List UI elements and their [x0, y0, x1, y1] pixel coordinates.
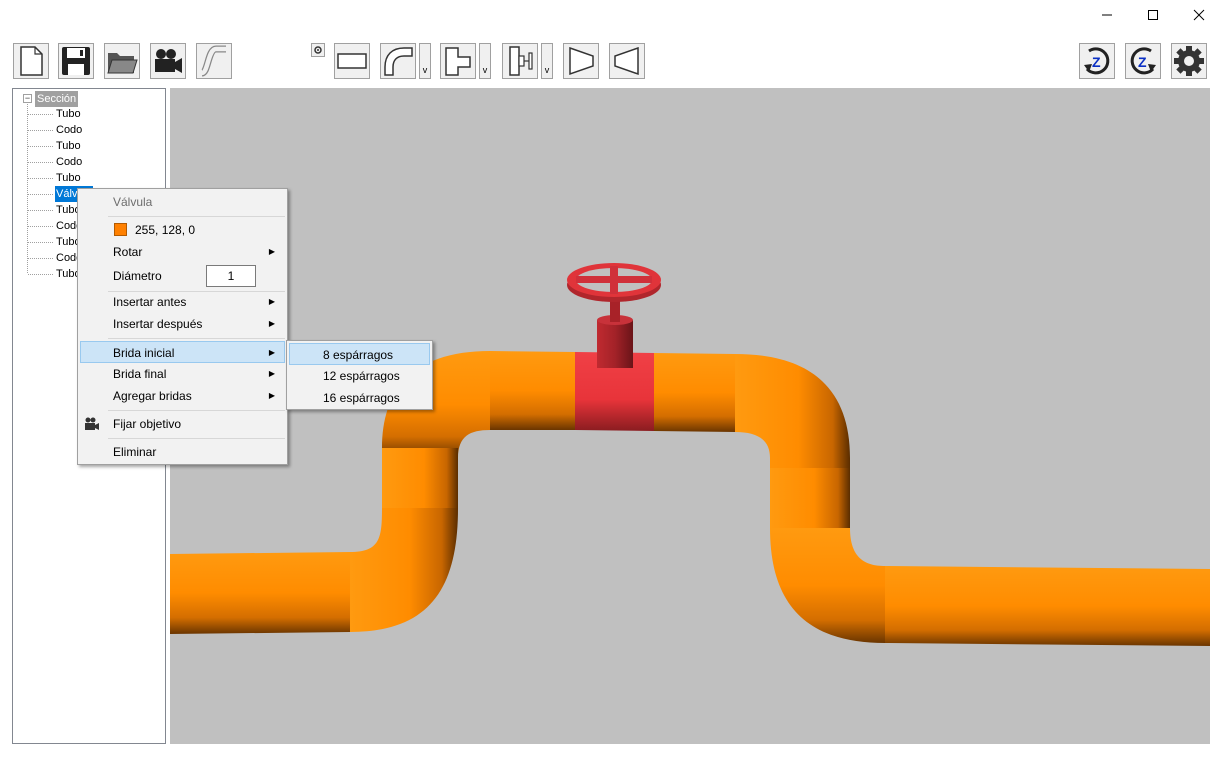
pipe-vertical-left [382, 448, 458, 508]
color-swatch [114, 223, 127, 236]
valve-dropdown[interactable]: v [541, 43, 553, 79]
reducer-button[interactable] [563, 43, 599, 79]
save-icon [62, 47, 90, 75]
elbow-lower-right [770, 528, 885, 643]
dropdown-arrow-icon: v [482, 65, 488, 75]
open-folder-icon [107, 53, 138, 74]
dropdown-arrow-icon: v [544, 65, 550, 75]
new-file-icon [20, 46, 43, 76]
submenu-item-12[interactable]: 12 espárragos [289, 365, 430, 387]
open-button[interactable] [104, 43, 140, 79]
rotate-z-cw-button[interactable]: Z [1079, 43, 1115, 79]
menu-separator [108, 338, 285, 339]
elbow-icon [384, 47, 413, 76]
submenu-arrow-icon: ▶ [268, 319, 275, 328]
save-button[interactable] [58, 43, 94, 79]
tree-root-section[interactable]: Sección [35, 91, 79, 107]
menu-item-diameter: Diámetro [80, 264, 285, 288]
submenu-arrow-icon: ▶ [268, 391, 275, 400]
rotate-z-ccw-button[interactable]: Z [1125, 43, 1161, 79]
menu-header: Válvula [113, 195, 153, 209]
tree-expander-icon[interactable]: − [23, 94, 32, 103]
tube-icon [337, 53, 367, 69]
menu-separator [108, 438, 285, 439]
settings-gear-icon [1174, 46, 1204, 76]
menu-separator [108, 410, 285, 411]
tree-item[interactable]: Tubo [55, 138, 82, 154]
shape-settings-button[interactable] [311, 43, 325, 57]
menu-item-rotate[interactable]: Rotar ▶ [80, 241, 285, 263]
reducer-reverse-icon [614, 46, 639, 76]
curve-tool-button[interactable] [196, 43, 232, 79]
pipe-top-right [654, 353, 735, 432]
rotate-z-ccw-icon: Z [1130, 47, 1156, 75]
close-button[interactable] [1176, 0, 1222, 30]
minimize-icon [1102, 14, 1112, 16]
menu-item-insert-after[interactable]: Insertar después ▶ [80, 313, 285, 335]
camera-icon [155, 49, 182, 73]
camera-icon [85, 417, 99, 430]
menu-item-end-flange[interactable]: Brida final ▶ [80, 363, 285, 385]
settings-small-icon [314, 46, 322, 54]
menu-item-color[interactable]: 255, 128, 0 [80, 219, 285, 241]
close-icon [1193, 9, 1205, 21]
tee-button[interactable] [440, 43, 476, 79]
tee-dropdown[interactable]: v [479, 43, 491, 79]
pipe-top-left [490, 351, 575, 430]
submenu-arrow-icon: ▶ [268, 369, 275, 378]
valve-icon [509, 46, 533, 76]
valve-button[interactable] [502, 43, 538, 79]
diameter-input[interactable] [206, 265, 256, 287]
tree-item[interactable]: Codo [55, 122, 83, 138]
elbow-button[interactable] [380, 43, 416, 79]
context-menu: Válvula 255, 128, 0 Rotar▶ Diámetro Inse… [77, 188, 288, 465]
maximize-button[interactable] [1130, 0, 1176, 30]
handwheel-spoke-v [610, 266, 618, 294]
color-label: 255, 128, 0 [135, 223, 196, 237]
pipe-vertical-right [770, 468, 850, 528]
valve-stem [597, 320, 633, 368]
settings-button[interactable] [1171, 43, 1207, 79]
elbow-lower-left [350, 508, 458, 632]
submenu-arrow-icon: ▶ [268, 348, 275, 357]
tree-item[interactable]: Codo [55, 154, 83, 170]
elbow-upper-right [735, 354, 850, 468]
tube-button[interactable] [334, 43, 370, 79]
3d-viewport[interactable] [170, 88, 1210, 744]
pipe-left [170, 552, 350, 634]
rotate-z-cw-icon: Z [1084, 47, 1110, 75]
reducer-icon [569, 46, 594, 76]
reducer-reverse-button[interactable] [609, 43, 645, 79]
menu-item-set-target[interactable]: Fijar objetivo [80, 413, 285, 435]
curve-tool-icon [200, 45, 226, 77]
menu-separator [108, 216, 285, 217]
minimize-button[interactable] [1084, 0, 1130, 30]
submenu-arrow-icon: ▶ [268, 297, 275, 306]
menu-item-add-flanges[interactable]: Agregar bridas ▶ [80, 385, 285, 407]
svg-text:Z: Z [1138, 54, 1147, 70]
pipe-scene [170, 263, 1210, 646]
flange-submenu: 8 espárragos 12 espárragos 16 espárragos [286, 340, 433, 410]
maximize-icon [1148, 10, 1158, 20]
menu-item-start-flange[interactable]: Brida inicial ▶ [80, 341, 285, 363]
submenu-item-8[interactable]: 8 espárragos [289, 343, 430, 365]
tree-item[interactable]: Tubo [55, 106, 82, 122]
menu-item-insert-before[interactable]: Insertar antes ▶ [80, 291, 285, 313]
submenu-item-16[interactable]: 16 espárragos [289, 387, 430, 409]
dropdown-arrow-icon: v [422, 65, 428, 75]
pipe-right [885, 566, 1210, 646]
tee-icon [445, 47, 471, 76]
submenu-arrow-icon: ▶ [268, 247, 275, 256]
menu-item-delete[interactable]: Eliminar [80, 441, 285, 463]
tree-item[interactable]: Tubo [55, 170, 82, 186]
camera-button[interactable] [150, 43, 186, 79]
new-file-button[interactable] [13, 43, 49, 79]
elbow-dropdown[interactable]: v [419, 43, 431, 79]
svg-text:Z: Z [1092, 54, 1101, 70]
